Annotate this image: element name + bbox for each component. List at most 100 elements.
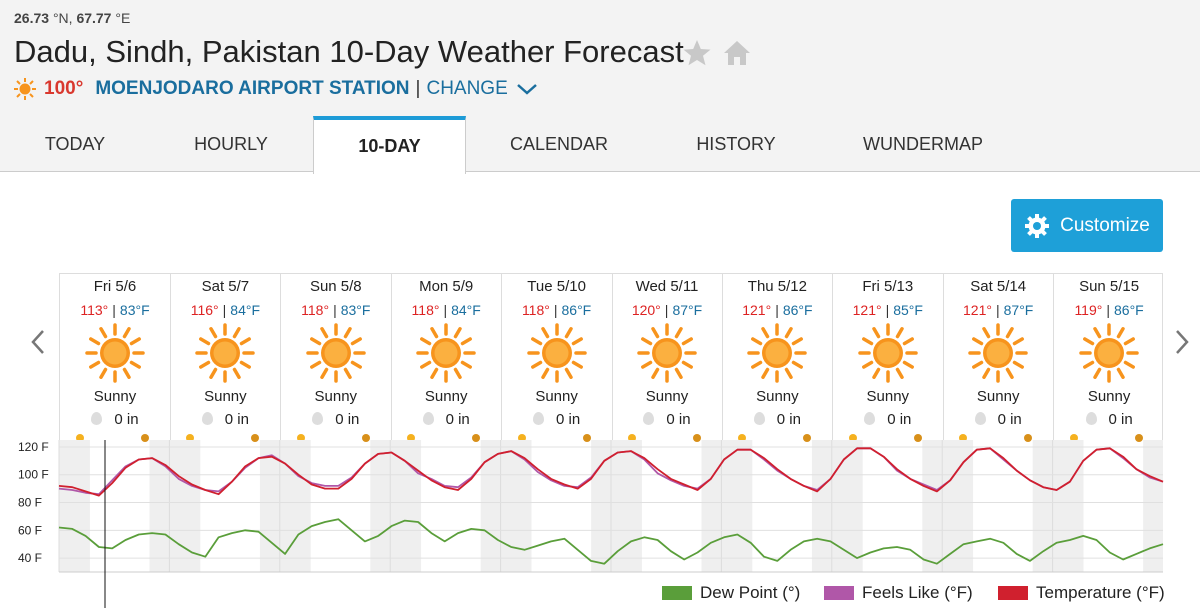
day-column[interactable]: Sat 5/14 121° | 87°F Sunny 0 in	[943, 274, 1055, 446]
y-tick-label: 100 F	[18, 468, 49, 482]
tab-bar: TODAY HOURLY 10-DAY CALENDAR HISTORY WUN…	[0, 116, 1200, 174]
separator: |	[415, 78, 421, 99]
raindrop-icon	[422, 412, 434, 425]
temp-separator: |	[1106, 302, 1110, 318]
day-name: Wed 5/11	[635, 278, 699, 295]
precip-amount: 0 in	[776, 411, 801, 428]
night-band	[390, 440, 422, 572]
gear-icon	[1025, 213, 1050, 238]
tab-10-day[interactable]: 10-DAY	[313, 116, 466, 174]
legend-temperature[interactable]: Temperature (°F)	[998, 583, 1165, 603]
tab-history[interactable]: HISTORY	[652, 116, 820, 172]
sunny-icon	[746, 322, 808, 384]
condition: Sunny	[756, 388, 799, 405]
change-station-button[interactable]: CHANGE	[426, 78, 507, 100]
precip-amount: 0 in	[887, 411, 912, 428]
day-name: Fri 5/6	[93, 278, 137, 295]
day-column[interactable]: Sun 5/8 118° | 83°F Sunny 0 in	[281, 274, 392, 446]
high-temp: 118°	[301, 302, 330, 318]
night-band	[721, 440, 753, 572]
day-column[interactable]: Sun 5/15 119° | 86°F Sunny 0 in	[1054, 274, 1165, 446]
low-temp: 83°F	[340, 302, 371, 318]
previous-arrow-icon[interactable]	[28, 328, 48, 356]
night-band	[1052, 440, 1084, 572]
raindrop-icon	[91, 412, 103, 425]
sunny-icon	[305, 322, 367, 384]
precipitation: 0 in	[722, 411, 832, 428]
day-column[interactable]: Wed 5/11 120° | 87°F Sunny 0 in	[612, 274, 723, 446]
low-temp: 83°F	[119, 302, 150, 318]
raindrop-icon	[533, 412, 544, 425]
day-temps: 120° | 87°F	[612, 302, 722, 318]
day-name: Sat 5/14	[970, 278, 1027, 295]
high-temp: 121°	[963, 302, 992, 318]
temp-separator: |	[995, 302, 1000, 318]
precipitation: 0 in	[612, 411, 722, 428]
day-column[interactable]: Fri 5/6 113° | 83°F Sunny 0 in	[60, 274, 171, 446]
precipitation: 0 in	[391, 411, 501, 428]
day-column[interactable]: Sat 5/7 116° | 84°F Sunny 0 in	[170, 274, 282, 446]
raindrop-icon	[753, 412, 765, 425]
tab-today[interactable]: TODAY	[0, 116, 150, 172]
day-temps: 113° | 83°F	[60, 302, 170, 318]
day-column[interactable]: Mon 5/9 118° | 84°F Sunny 0 in	[391, 274, 503, 446]
high-temp: 118°	[521, 302, 550, 318]
precip-amount: 0 in	[114, 411, 139, 428]
night-band	[922, 440, 943, 572]
chevron-down-icon[interactable]	[514, 79, 540, 99]
precipitation: 0 in	[833, 411, 943, 428]
customize-button[interactable]: Customize	[1011, 199, 1163, 252]
feels-like-swatch	[824, 586, 854, 600]
condition: Sunny	[1087, 388, 1131, 405]
legend-feels-like[interactable]: Feels Like (°F)	[824, 583, 973, 603]
high-temp: 119°	[1074, 302, 1103, 318]
low-temp: 84°F	[451, 302, 481, 318]
legend-dew-point[interactable]: Dew Point (°)	[662, 583, 800, 603]
high-temp: 113°	[80, 302, 109, 318]
day-name: Thu 5/12	[747, 278, 807, 295]
tab-calendar[interactable]: CALENDAR	[466, 116, 652, 172]
low-temp: 86°F	[782, 302, 813, 318]
day-name: Mon 5/9	[419, 278, 474, 295]
day-temps: 121° | 85°F	[833, 302, 943, 318]
sunny-icon	[636, 322, 698, 384]
precip-amount: 0 in	[335, 411, 360, 428]
precip-amount: 0 in	[224, 411, 249, 428]
sunny-icon	[84, 322, 146, 384]
sunny-icon	[526, 322, 588, 384]
day-name: Fri 5/13	[862, 278, 914, 295]
night-band	[59, 440, 90, 572]
tab-wundermap[interactable]: WUNDERMAP	[820, 116, 1026, 172]
sunny-icon	[857, 322, 919, 384]
low-temp: 84°F	[230, 302, 261, 318]
coordinates: 26.73 °N, 67.77 °E	[14, 10, 131, 26]
high-temp: 116°	[190, 302, 219, 318]
night-band	[701, 440, 722, 572]
tab-hourly[interactable]: HOURLY	[150, 116, 312, 172]
temp-separator: |	[664, 302, 669, 318]
night-band	[942, 440, 974, 572]
dew-point-swatch	[662, 586, 692, 600]
night-band	[811, 440, 832, 572]
day-temps: 121° | 87°F	[943, 302, 1053, 318]
day-column[interactable]: Thu 5/12 121° | 86°F Sunny 0 in	[722, 274, 834, 446]
day-temps: 119° | 86°F	[1054, 302, 1165, 318]
station-link[interactable]: MOENJODARO AIRPORT STATION	[95, 78, 409, 100]
y-tick-label: 60 F	[18, 523, 42, 537]
condition: Sunny	[535, 388, 578, 405]
condition: Sunny	[204, 388, 247, 405]
raindrop-icon	[312, 412, 324, 425]
legend-feels-like-label: Feels Like (°F)	[862, 583, 973, 602]
day-name: Sun 5/15	[1079, 278, 1140, 295]
customize-label: Customize	[1060, 214, 1150, 236]
low-temp: 86°F	[1114, 302, 1144, 318]
temp-separator: |	[553, 302, 558, 318]
next-arrow-icon[interactable]	[1172, 328, 1192, 356]
day-temps: 116° | 84°F	[170, 302, 280, 318]
day-column[interactable]: Fri 5/13 121° | 85°F Sunny 0 in	[833, 274, 944, 446]
day-column[interactable]: Tue 5/10 118° | 86°F Sunny 0 in	[502, 274, 613, 446]
favorite-star-icon[interactable]	[682, 38, 712, 68]
home-icon[interactable]	[722, 38, 752, 68]
low-temp: 87°F	[1003, 302, 1034, 318]
raindrop-icon	[864, 412, 876, 425]
